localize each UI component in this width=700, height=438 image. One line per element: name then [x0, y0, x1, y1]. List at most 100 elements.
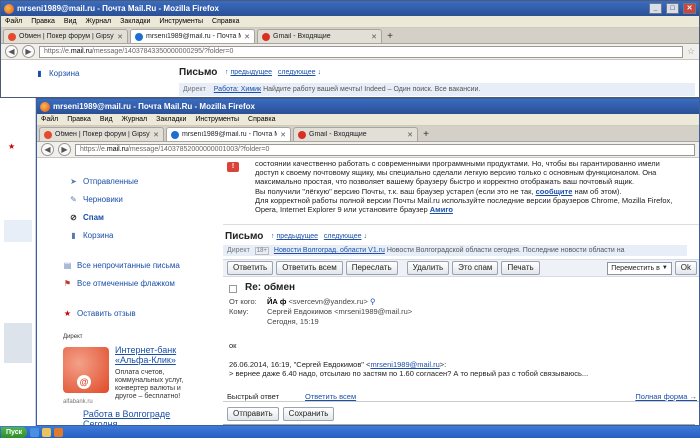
sidebar-item-unread[interactable]: ▤ Все непрочитанные письма: [43, 256, 180, 274]
back-tab-gmail[interactable]: Gmail - Входящие ✕: [257, 29, 382, 43]
url-field[interactable]: https://e.mail.ru/message/14037852000000…: [75, 143, 695, 156]
message-body: ок 26.06.2014, 16:19, "Сергей Евдокимов"…: [229, 341, 699, 378]
ok-button[interactable]: Ok: [674, 261, 697, 275]
close-tab-icon[interactable]: ✕: [244, 33, 250, 41]
close-window-button[interactable]: ✕: [683, 3, 696, 14]
back-message-heading: Письмо: [179, 67, 218, 78]
back-tab-mail[interactable]: mrseni1989@mail.ru - Почта Mail.Ru✕: [130, 29, 255, 43]
back-nav-bar: ◀ ▶ https://e.mail.ru/message/1403784335…: [1, 44, 699, 60]
close-tab-icon[interactable]: ✕: [371, 33, 377, 41]
message-checkbox[interactable]: [229, 285, 237, 293]
message-nav-links: ↑ предыдущее следующее ↓: [271, 233, 367, 240]
menu-tools[interactable]: Инструменты: [195, 116, 239, 123]
feedback-link[interactable]: ★ Оставить отзыв: [43, 304, 136, 322]
tab-gmail[interactable]: Gmail - Входящие ✕: [293, 127, 418, 141]
spam-button[interactable]: Это спам: [452, 261, 499, 275]
menu-tools[interactable]: Инструменты: [159, 18, 203, 25]
alfa-bank-logo[interactable]: @: [63, 347, 109, 393]
tab-reply-all[interactable]: Ответить всем: [305, 392, 356, 401]
menu-file[interactable]: Файл: [41, 116, 58, 123]
close-tab-icon[interactable]: ✕: [117, 33, 123, 41]
quicklaunch-folder-icon[interactable]: [42, 427, 52, 437]
ad-link[interactable]: Новости Волгоград. области V1.ru: [274, 247, 385, 254]
close-tab-icon[interactable]: ✕: [280, 131, 286, 139]
spam-icon: ⊘: [70, 212, 77, 222]
menu-help[interactable]: Справка: [212, 18, 239, 25]
close-tab-icon[interactable]: ✕: [153, 131, 159, 139]
sidebar-item-spam[interactable]: ⊘ Спам: [49, 208, 138, 226]
back-flag-icon: ★: [8, 142, 16, 151]
reply-tabs: Быстрый ответ Ответить всем Полная форма…: [223, 390, 699, 402]
full-form-link[interactable]: Полная форма →: [635, 392, 697, 401]
back-arrow-icon[interactable]: ◀: [5, 45, 18, 58]
sidebar-ad-text: Оплата счетов, коммунальных услуг, конве…: [115, 369, 184, 400]
maximize-button[interactable]: □: [666, 3, 679, 14]
reply-all-button[interactable]: Ответить всем: [276, 261, 343, 275]
minimize-button[interactable]: _: [649, 3, 662, 14]
next-message-link[interactable]: следующее: [324, 233, 362, 240]
back-image-fragment: [4, 323, 32, 363]
search-icon[interactable]: ⚲: [370, 297, 376, 306]
quicklaunch-firefox-icon[interactable]: [54, 427, 64, 437]
send-button[interactable]: Отправить: [227, 407, 279, 421]
menu-file[interactable]: Файл: [5, 18, 22, 25]
print-button[interactable]: Печать: [501, 261, 540, 275]
firefox-icon: [4, 3, 14, 14]
ad-bar: Директ 18+ Новости Волгоград. области V1…: [223, 245, 687, 256]
sidebar-ad-title[interactable]: Интернет-банк «Альфа-Клик»: [115, 345, 205, 365]
gipsyteam-favicon-icon: [8, 32, 16, 41]
back-browser-window: mrseni1989@mail.ru - Почта Mail.Ru - Moz…: [0, 0, 700, 98]
prev-message-link[interactable]: предыдущее: [276, 233, 318, 240]
sidebar-item-flagged[interactable]: ⚑ Все отмеченные флажком: [43, 274, 180, 292]
menu-history[interactable]: Журнал: [86, 18, 112, 25]
gmail-favicon-icon: [262, 32, 270, 41]
quote-email-link[interactable]: mrseni1989@mail.ru: [370, 360, 439, 369]
back-tab-gipsyteam[interactable]: Обмен | Покер форум | GipsyTeam✕: [3, 29, 128, 43]
sidebar-item-drafts[interactable]: ✎ Черновики: [49, 190, 138, 208]
menu-help[interactable]: Справка: [248, 116, 275, 123]
message-date: Сегодня, 15:19: [267, 317, 319, 326]
start-button[interactable]: Пуск: [1, 426, 28, 438]
menu-history[interactable]: Журнал: [122, 116, 148, 123]
star-icon: ★: [63, 308, 72, 318]
delete-button[interactable]: Удалить: [406, 261, 450, 275]
quicklaunch-browser-icon[interactable]: [30, 427, 40, 437]
reply-button[interactable]: Ответить: [227, 261, 274, 275]
sidebar-ad-domain[interactable]: alfabank.ru: [63, 399, 93, 405]
menu-view[interactable]: Вид: [100, 116, 113, 123]
bookmark-star-icon[interactable]: ☆: [687, 46, 695, 57]
flag-icon: ⚑: [63, 278, 72, 288]
menu-bookmarks[interactable]: Закладки: [120, 18, 150, 25]
recipient: Сергей Евдокимов <mrseni1989@mail.ru>: [267, 307, 413, 316]
tab-gipsyteam[interactable]: Обмен | Покер форум | GipsyTeam✕: [39, 127, 164, 141]
menu-bookmarks[interactable]: Закладки: [156, 116, 186, 123]
forward-arrow-icon[interactable]: ▶: [58, 143, 71, 156]
move-to-select[interactable]: Переместить в ▼: [607, 261, 672, 275]
menu-view[interactable]: Вид: [64, 18, 77, 25]
tab-mail[interactable]: mrseni1989@mail.ru - Почта Mail.Ru✕: [166, 127, 291, 141]
back-arrow-icon[interactable]: ◀: [41, 143, 54, 156]
filter-list: ▤ Все непрочитанные письма ⚑ Все отмеченны…: [43, 256, 180, 292]
new-tab-button[interactable]: +: [384, 31, 396, 43]
sidebar-item-trash[interactable]: ▮ Корзина: [49, 226, 138, 244]
amigo-link[interactable]: Амиго: [430, 205, 453, 214]
sender-email[interactable]: <svercevn@yandex.ru>: [289, 297, 368, 306]
new-tab-button[interactable]: +: [420, 129, 432, 141]
back-url-field[interactable]: https://e.mail.ru/message/14037843350000…: [39, 45, 683, 58]
sidebar-item-sent[interactable]: ➤ Отправленные: [49, 172, 138, 190]
close-tab-icon[interactable]: ✕: [407, 131, 413, 139]
job-link[interactable]: Работа в Волгограде Сегодня: [83, 409, 203, 425]
drafts-icon: ✎: [70, 194, 77, 204]
sender-name[interactable]: ЙА ф: [267, 297, 286, 306]
forward-button[interactable]: Переслать: [345, 261, 398, 275]
forward-arrow-icon[interactable]: ▶: [22, 45, 35, 58]
tab-quick-reply[interactable]: Быстрый ответ: [227, 392, 279, 401]
menu-edit[interactable]: Правка: [31, 18, 55, 25]
quote-header: 26.06.2014, 16:19, "Сергей Евдокимов" <m…: [229, 360, 447, 369]
taskbar: Пуск: [0, 426, 700, 438]
menu-edit[interactable]: Правка: [67, 116, 91, 123]
unread-icon: ▤: [63, 260, 72, 270]
save-button[interactable]: Сохранить: [282, 407, 335, 421]
report-link[interactable]: сообщите: [536, 187, 573, 196]
back-sidebar-trash[interactable]: ▮ Корзина: [13, 64, 79, 82]
